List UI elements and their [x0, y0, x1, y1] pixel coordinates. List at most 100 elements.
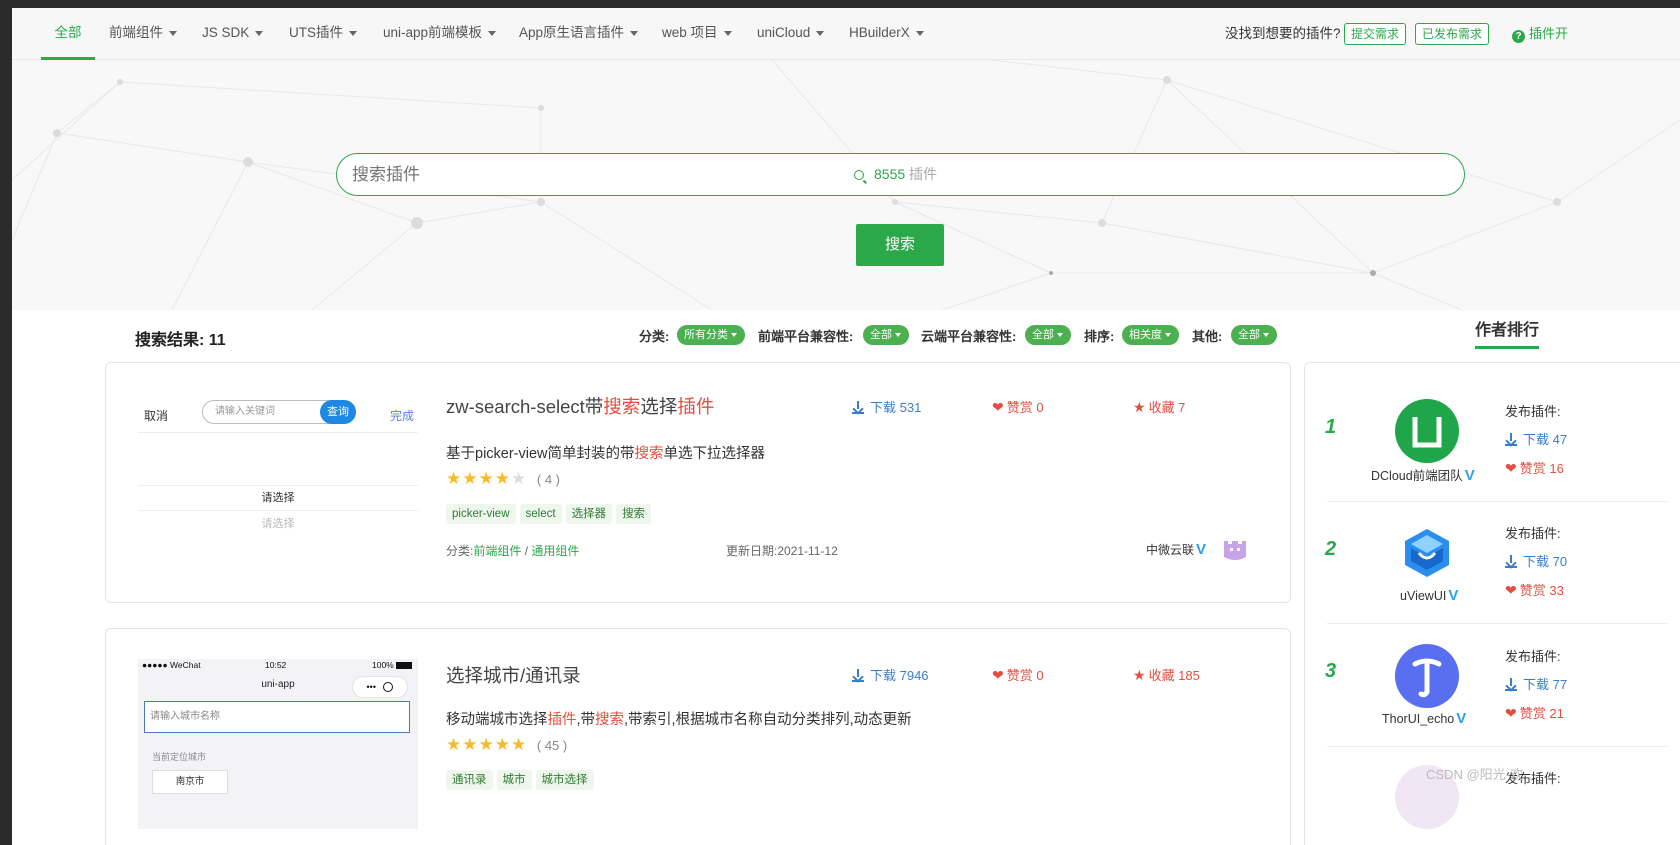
plugin-card[interactable]: ●●●●● WeChat 10:52 100% uni-app ••• 请输入城…: [105, 628, 1291, 845]
plugin-tag[interactable]: picker-view: [446, 504, 516, 524]
author-name: 中微云联: [1146, 543, 1195, 557]
plugin-tag[interactable]: 城市选择: [535, 770, 594, 790]
cloud-compat-dropdown[interactable]: 全部: [1025, 325, 1071, 345]
nav-item-native-plugins[interactable]: App原生语言插件: [519, 8, 639, 60]
plugin-description: 移动端城市选择插件,带搜索,带索引,根据城市名称自动分类排列,动态更新: [446, 708, 912, 729]
tip-count[interactable]: ❤ 赞赏 0: [992, 397, 1044, 416]
description-highlight: 插件: [547, 712, 577, 728]
tab-author-ranking[interactable]: 作者排行: [1475, 316, 1540, 349]
nav-item-uts[interactable]: UTS插件: [289, 8, 357, 60]
plugin-thumbnail[interactable]: 取消 请输入关键词 查询 完成 请选择 请选择: [138, 385, 418, 555]
favorite-count[interactable]: ★ 收藏 7: [1133, 397, 1185, 416]
page: 全部 前端组件 JS SDK UTS插件 uni-app前端模板 App原生语言…: [12, 8, 1680, 845]
description-part: ,带: [576, 712, 596, 728]
caret-down-icon: [895, 333, 901, 338]
verified-icon: V: [1456, 710, 1467, 727]
plugin-count-label: 插件: [909, 166, 938, 182]
download-icon: [1505, 678, 1517, 691]
rating-count: ( 45 ): [536, 738, 568, 753]
plugin-card[interactable]: 取消 请输入关键词 查询 完成 请选择 请选择 zw-search-select…: [105, 362, 1291, 603]
description-part: ,带索引,根据城市名称自动分类排列,动态更新: [624, 712, 912, 728]
nav-item-hbuilderx[interactable]: HBuilderX: [849, 8, 924, 60]
author-avatar[interactable]: [1395, 521, 1459, 585]
submit-request-button[interactable]: 提交需求: [1344, 23, 1407, 45]
plugin-title-part: 选择: [640, 396, 678, 417]
plugin-count-number: 8555: [874, 166, 906, 182]
caret-down-icon: [1057, 333, 1063, 338]
description-highlight: 搜索: [634, 446, 664, 462]
author-downloads: 下载 77: [1505, 674, 1567, 693]
plugin-tag[interactable]: 通讯录: [446, 770, 493, 790]
nav-item-frontend-components[interactable]: 前端组件: [109, 8, 177, 60]
sort-dropdown[interactable]: 相关度: [1122, 325, 1179, 345]
download-count[interactable]: 下载 7946: [852, 665, 929, 684]
thumb-cancel-text: 取消: [144, 409, 169, 423]
frontend-compat-value: 全部: [870, 329, 892, 341]
author-avatar[interactable]: [1395, 399, 1459, 463]
caret-down-icon: [723, 30, 732, 36]
battery-icon: [396, 662, 412, 669]
author-tips: ❤ 赞赏 33: [1505, 580, 1564, 599]
uview-logo-icon: [1405, 529, 1449, 577]
caret-down-icon: [630, 30, 639, 36]
author-name-text: ThorUI_echo: [1382, 712, 1455, 726]
author-avatar[interactable]: [1395, 644, 1459, 708]
rating-star-icon: ★: [446, 469, 463, 488]
published-plugins-label: 发布插件:: [1505, 526, 1561, 541]
author-tips-text: 赞赏 16: [1519, 461, 1564, 476]
nav-item-label: JS SDK: [202, 25, 250, 40]
category-filter-dropdown[interactable]: 所有分类: [677, 325, 745, 345]
nav-item-templates[interactable]: uni-app前端模板: [383, 8, 497, 60]
caret-down-icon: [816, 30, 825, 36]
verified-icon: V: [1464, 467, 1475, 484]
nav-item-label: web 项目: [662, 25, 718, 40]
plugin-rating: ★★★★★ ( 4 ): [446, 469, 560, 489]
nav-item-label: 全部: [54, 25, 82, 40]
description-part: 单选下拉选择器: [663, 446, 766, 462]
thumb-signal: ●●●●● WeChat: [142, 660, 201, 670]
nav-item-web-project[interactable]: web 项目: [662, 8, 732, 60]
thumb-city-chip: 南京市: [152, 770, 228, 794]
heart-icon: ❤: [1505, 460, 1517, 476]
other-filter-dropdown[interactable]: 全部: [1231, 325, 1277, 345]
search-icon: [854, 170, 864, 180]
author-avatar[interactable]: [1220, 535, 1250, 563]
plugin-thumbnail[interactable]: ●●●●● WeChat 10:52 100% uni-app ••• 请输入城…: [138, 659, 418, 829]
plugin-count: 8555 插件: [854, 154, 937, 195]
tip-count-text: 赞赏 0: [1006, 668, 1044, 683]
plugin-tag[interactable]: 搜索: [616, 504, 652, 524]
plugin-tag[interactable]: 选择器: [565, 504, 613, 524]
thumb-option-next: 请选择: [261, 518, 295, 530]
top-nav: 全部 前端组件 JS SDK UTS插件 uni-app前端模板 App原生语言…: [12, 8, 1680, 60]
thumb-divider: [138, 432, 418, 433]
author-name-text: DCloud前端团队: [1371, 469, 1463, 483]
nav-item-js-sdk[interactable]: JS SDK: [202, 8, 264, 60]
category-link-main[interactable]: 前端组件: [473, 544, 521, 558]
rating-star-icon: ★: [511, 469, 528, 488]
plugin-title[interactable]: zw-search-select带搜索选择插件: [446, 393, 714, 419]
plugin-tag[interactable]: 城市: [496, 770, 532, 790]
nav-item-label: App原生语言插件: [519, 25, 625, 40]
frontend-compat-dropdown[interactable]: 全部: [863, 325, 909, 345]
author-name[interactable]: DCloud前端团队 V: [1371, 465, 1475, 484]
caret-down-icon: [488, 30, 497, 36]
search-input[interactable]: [352, 154, 832, 195]
other-filter-label: 其他:: [1192, 329, 1223, 344]
plugin-author[interactable]: 中微云联 V: [1146, 541, 1206, 558]
search-button[interactable]: 搜索: [856, 224, 944, 266]
nav-item-unicloud[interactable]: uniCloud: [757, 8, 825, 60]
favorite-count[interactable]: ★ 收藏 185: [1133, 665, 1200, 684]
plugin-developer-label: 插件开: [1529, 26, 1569, 41]
plugin-developer-link[interactable]: ? 插件开: [1512, 8, 1568, 60]
published-plugins-label: 发布插件:: [1505, 649, 1561, 664]
published-requests-button[interactable]: 已发布需求: [1415, 23, 1490, 45]
author-name[interactable]: ThorUI_echo V: [1382, 710, 1466, 727]
download-count[interactable]: 下载 531: [852, 397, 921, 416]
nav-item-all[interactable]: 全部: [41, 8, 95, 60]
tip-count[interactable]: ❤ 赞赏 0: [992, 665, 1044, 684]
author-name[interactable]: uViewUI V: [1400, 587, 1458, 604]
category-link-sub[interactable]: 通用组件: [531, 544, 579, 558]
plugin-title[interactable]: 选择城市/通讯录: [446, 662, 581, 688]
plugin-tag[interactable]: select: [519, 504, 562, 524]
category-separator: /: [521, 544, 532, 558]
